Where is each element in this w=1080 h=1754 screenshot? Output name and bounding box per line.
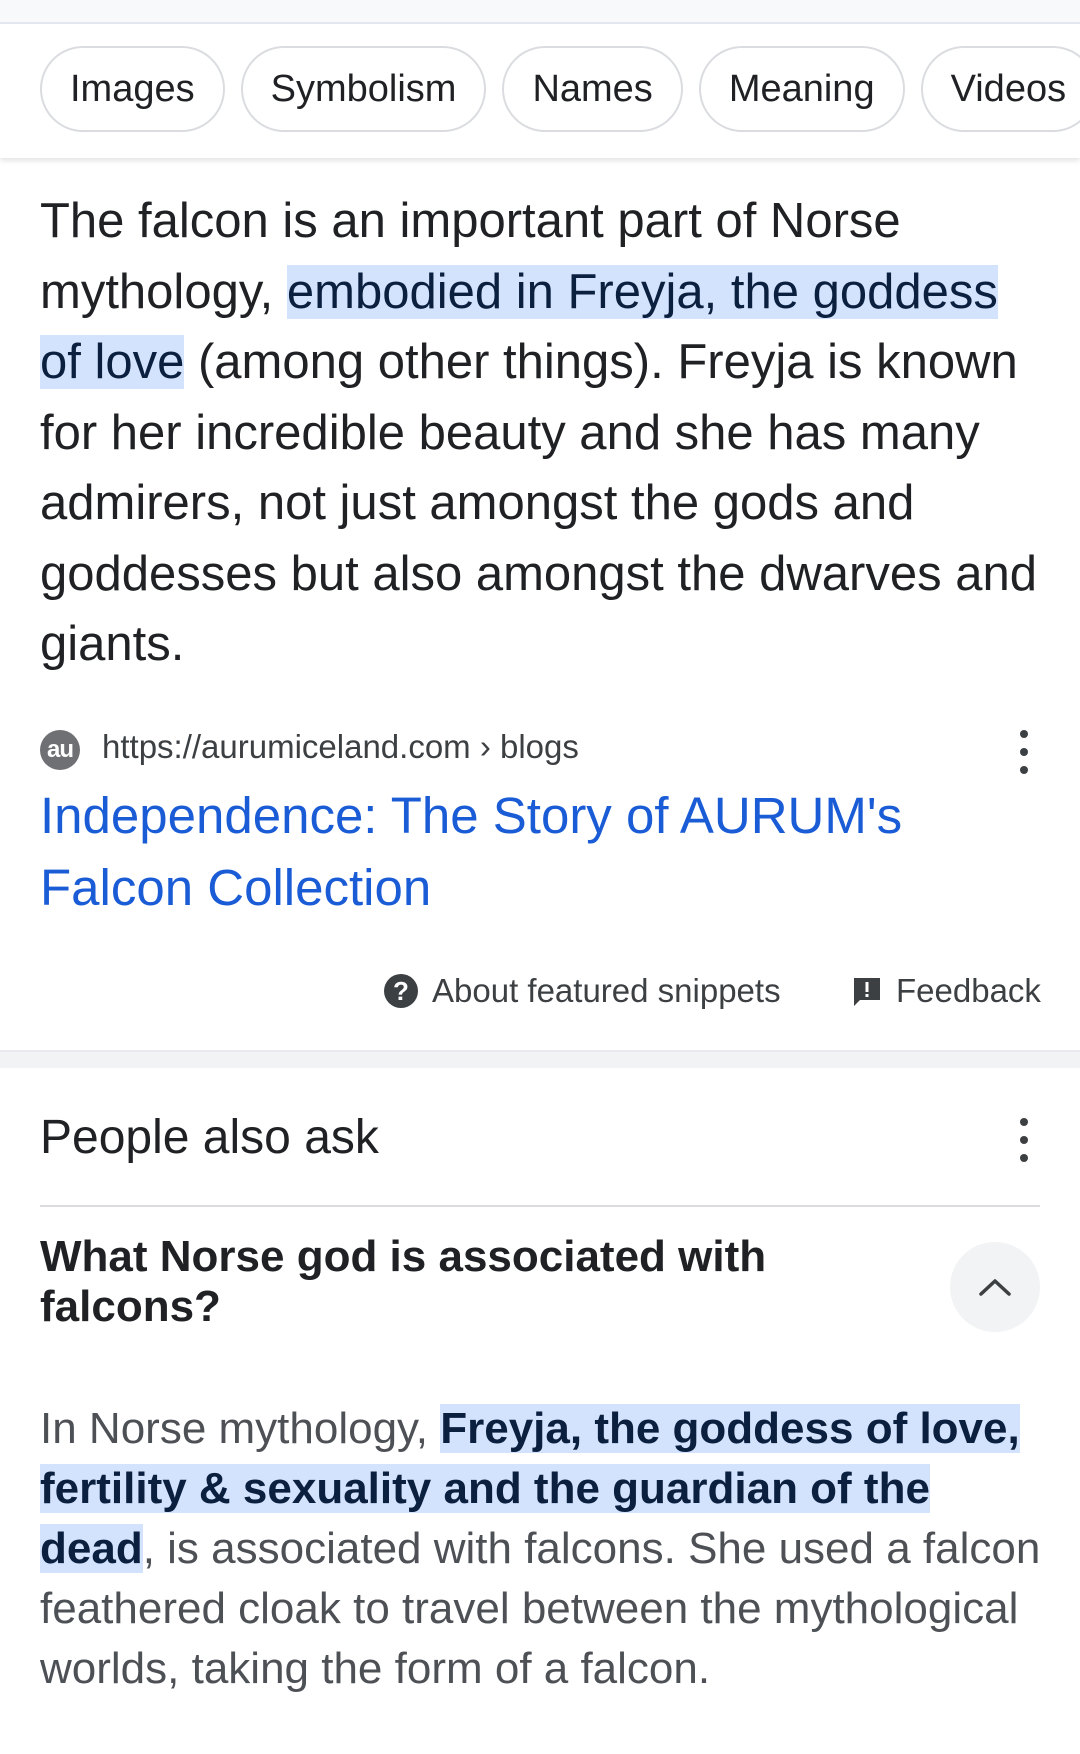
filter-chips: Images Symbolism Names Meaning Videos [40,46,1080,132]
help-circle-icon: ? [384,974,418,1008]
paa-answer: In Norse mythology, Freyja, the goddess … [40,1399,1050,1699]
chip-videos[interactable]: Videos [920,46,1080,132]
source-url[interactable]: https://aurumiceland.com › blogs [102,728,579,766]
section-divider [0,1050,1080,1068]
more-vert-icon[interactable] [1016,730,1032,774]
paa-separator [40,1205,1040,1207]
chip-images[interactable]: Images [40,46,225,132]
about-featured-snippets-link[interactable]: About featured snippets [432,972,781,1010]
chip-meaning[interactable]: Meaning [698,46,905,132]
top-strip [0,0,1080,24]
answer-text-after: , is associated with falcons. She used a… [40,1524,1041,1693]
collapse-button[interactable] [950,1242,1040,1332]
result-title-link[interactable]: Independence: The Story of AURUM's Falco… [40,780,1050,924]
site-favicon: au [40,730,80,770]
people-also-ask-title: People also ask [40,1111,379,1164]
snippet-source[interactable]: au https://aurumiceland.com › blogs [40,720,1040,776]
feedback-link[interactable]: Feedback [896,972,1041,1010]
answer-text-before: In Norse mythology, [40,1404,441,1453]
chevron-up-icon [979,1279,1011,1296]
snippet-footer: ? About featured snippets Feedback [380,966,1041,1018]
chip-symbolism[interactable]: Symbolism [240,46,487,132]
featured-snippet-text: The falcon is an important part of Norse… [40,186,1050,680]
paa-more-vert-icon[interactable] [1016,1118,1032,1162]
paa-question[interactable]: What Norse god is associated with falcon… [40,1232,800,1332]
chip-names[interactable]: Names [502,46,683,132]
filter-chips-bar: Images Symbolism Names Meaning Videos [0,24,1080,158]
feedback-icon [854,978,880,1006]
snippet-text-after: (among other things). Freyja is known fo… [40,335,1037,671]
